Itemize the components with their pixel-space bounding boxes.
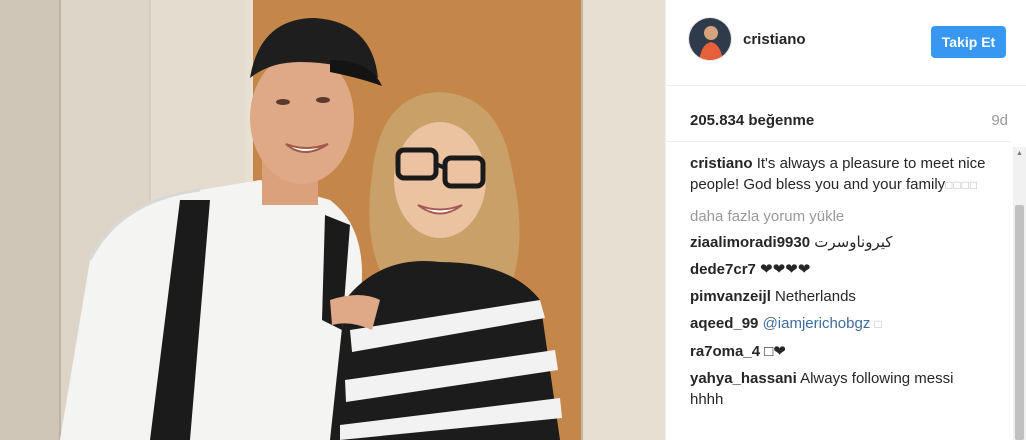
- caption-emoji: □□□□: [945, 178, 979, 192]
- comment-username[interactable]: ra7oma_4: [690, 343, 760, 360]
- load-more-comments-link[interactable]: daha fazla yorum yükle: [690, 206, 990, 227]
- comment-mention-link[interactable]: @iamjerichobgz: [763, 315, 871, 332]
- post-header: cristiano Takip Et: [666, 0, 1026, 86]
- comment: aqeed_99 @iamjerichobgz □: [690, 313, 990, 335]
- photo-illustration: [0, 0, 665, 440]
- comment-text: □: [874, 317, 883, 331]
- divider: [666, 141, 1011, 142]
- post-age[interactable]: 9d: [991, 112, 1008, 129]
- scrollbar-thumb[interactable]: [1015, 205, 1024, 440]
- caption-username[interactable]: cristiano: [690, 155, 753, 172]
- follow-button[interactable]: Takip Et: [931, 26, 1006, 58]
- comment-username[interactable]: aqeed_99: [690, 315, 758, 332]
- comment: ra7oma_4 □❤: [690, 341, 990, 362]
- comment-username[interactable]: pimvanzeijl: [690, 288, 771, 305]
- comment: pimvanzeijl Netherlands: [690, 286, 990, 307]
- author-avatar[interactable]: [688, 17, 732, 61]
- comment: ziaalimoradi9930 كيروناوسرت: [690, 232, 990, 253]
- comment-username[interactable]: ziaalimoradi9930: [690, 234, 810, 251]
- comments-scrollbar[interactable]: ▲: [1013, 147, 1026, 440]
- likes-count[interactable]: 205.834 beğenme: [690, 112, 814, 129]
- post-details-panel: cristiano Takip Et 205.834 beğenme 9d cr…: [665, 0, 1026, 440]
- comment: yahya_hassani Always following messi hhh…: [690, 368, 990, 410]
- author-username[interactable]: cristiano: [743, 31, 806, 48]
- comment-username[interactable]: dede7cr7: [690, 261, 756, 278]
- triangle-up-icon[interactable]: ▲: [1013, 147, 1026, 161]
- comment-username[interactable]: yahya_hassani: [690, 370, 797, 387]
- comment-text: □❤: [764, 343, 786, 360]
- comment: dede7cr7 ❤❤❤❤: [690, 259, 990, 280]
- comment-text: كيروناوسرت: [814, 234, 893, 251]
- avatar-image: [689, 18, 731, 60]
- comments-list: cristiano It's always a pleasure to meet…: [690, 153, 990, 416]
- caption: cristiano It's always a pleasure to meet…: [690, 153, 990, 196]
- post-photo[interactable]: [0, 0, 665, 440]
- comment-text: ❤❤❤❤: [760, 261, 811, 278]
- comment-text: Netherlands: [775, 288, 856, 305]
